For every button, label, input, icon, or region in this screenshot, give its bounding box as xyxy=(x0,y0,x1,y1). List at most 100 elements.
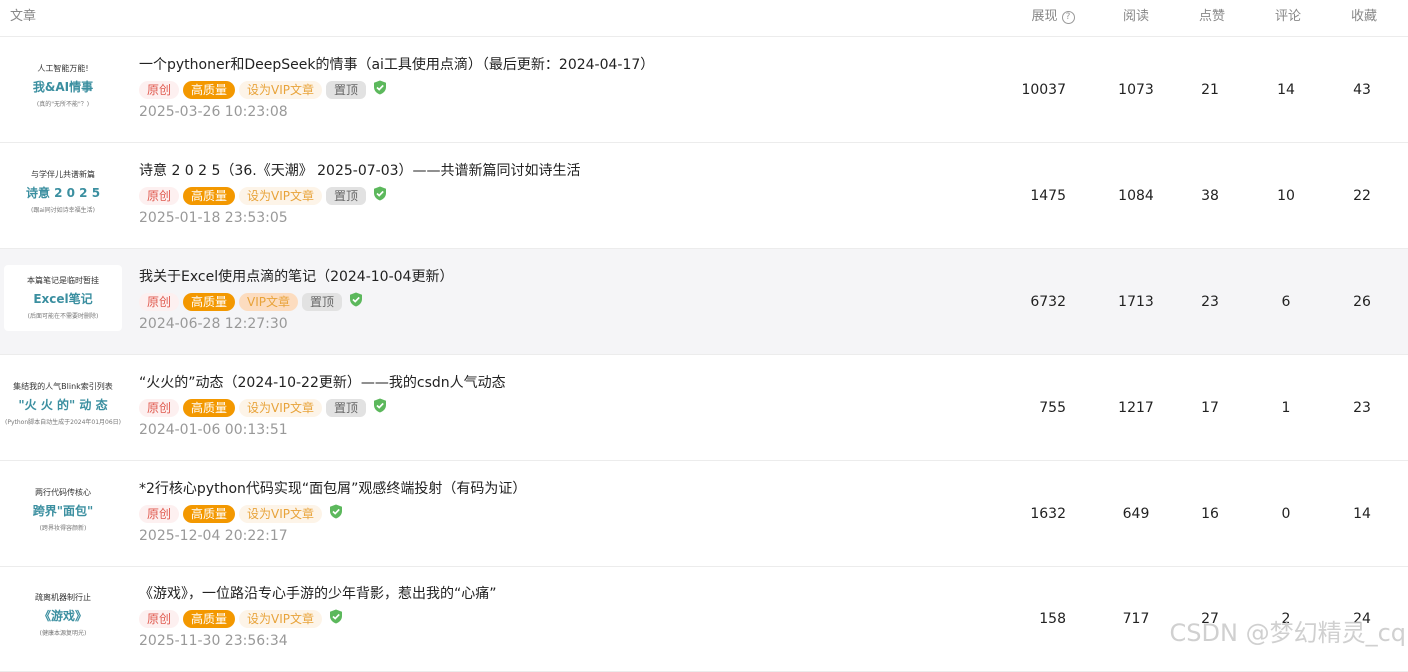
likes-count: 23 xyxy=(1201,294,1219,310)
tag-original: 原创 xyxy=(139,80,180,99)
views-count: 158 xyxy=(1039,611,1066,627)
article-tags: 原创 高质量 设为VIP文章 置顶 xyxy=(139,79,387,99)
article-tags: 原创 高质量 VIP文章 置顶 xyxy=(139,291,363,311)
header-views[interactable]: 展现? xyxy=(1013,5,1093,24)
views-count: 6732 xyxy=(1030,294,1066,310)
favorites-count: 23 xyxy=(1353,400,1371,416)
table-header: 文章 展现? 阅读 点赞 评论 收藏 xyxy=(0,0,1408,37)
publish-date: 2025-01-18 23:53:05 xyxy=(139,210,288,226)
article-thumbnail[interactable]: 与学伴儿共谱新篇 诗意 2 0 2 5 (跟ai同讨如诗幸福生活) xyxy=(4,159,122,225)
comments-count: 0 xyxy=(1281,506,1291,522)
article-row[interactable]: 人工智能万能! 我&AI情事 (真的"无所不能"？) 一个pythoner和DeepS… xyxy=(0,37,1408,143)
article-row[interactable]: 与学伴儿共谱新篇 诗意 2 0 2 5 (跟ai同讨如诗幸福生活) 诗意 2 0 2 … xyxy=(0,143,1408,249)
comments-count: 6 xyxy=(1281,294,1291,310)
tag-high-quality: 高质量 xyxy=(183,609,236,628)
set-vip-button[interactable]: 设为VIP文章 xyxy=(239,80,323,99)
article-row[interactable]: 本篇笔记是临时暂挂 Excel笔记 (后面可能在不需要时删除) 我关于Excel使用点… xyxy=(0,249,1408,355)
pin-top-button[interactable]: 置顶 xyxy=(326,186,367,205)
article-tags: 原创 高质量 设为VIP文章 置顶 xyxy=(139,185,387,205)
set-vip-button[interactable]: 设为VIP文章 xyxy=(239,398,323,417)
pin-top-button[interactable]: 置顶 xyxy=(302,292,343,311)
watermark: CSDN @梦幻精灵_cq xyxy=(1169,619,1406,647)
reads-count: 1217 xyxy=(1118,400,1154,416)
article-thumbnail[interactable]: 疏离机器制行止《游戏》 (健康本源复明光) xyxy=(4,582,122,648)
article-title-link[interactable]: “火火的”动态（2024-10-22更新）——我的csdn人气动态 xyxy=(139,372,506,392)
favorites-count: 22 xyxy=(1353,188,1371,204)
thumbnail-title: 跨界"面包" xyxy=(32,504,94,518)
thumbnail-title: Excel笔记 xyxy=(33,292,93,306)
thumbnail-title: 我&AI情事 xyxy=(32,80,94,94)
likes-count: 16 xyxy=(1201,506,1219,522)
pin-top-button[interactable]: 置顶 xyxy=(326,398,367,417)
header-article: 文章 xyxy=(10,9,37,24)
article-thumbnail[interactable]: 集结我的人气Blink索引列表 "火 火 的" 动 态 (Python脚本自动生成于… xyxy=(4,371,122,437)
thumbnail-title: 诗意 2 0 2 5 xyxy=(25,186,101,200)
likes-count: 21 xyxy=(1201,82,1219,98)
article-thumbnail[interactable]: 本篇笔记是临时暂挂 Excel笔记 (后面可能在不需要时删除) xyxy=(4,265,122,331)
tag-high-quality: 高质量 xyxy=(183,292,236,311)
article-row[interactable]: 集结我的人气Blink索引列表 "火 火 的" 动 态 (Python脚本自动生成于… xyxy=(0,355,1408,461)
thumbnail-subtitle: (后面可能在不需要时删除) xyxy=(27,313,99,320)
likes-count: 17 xyxy=(1201,400,1219,416)
header-views-label: 展现 xyxy=(1031,9,1058,24)
article-title-link[interactable]: 我关于Excel使用点滴的笔记（2024-10-04更新） xyxy=(139,266,453,286)
set-vip-button[interactable]: VIP文章 xyxy=(239,292,299,311)
article-title-link[interactable]: 诗意 2 0 2 5（36.《天潮》 2025-07-03）——共谱新篇同讨如诗… xyxy=(139,160,581,180)
reads-count: 1713 xyxy=(1118,294,1154,310)
thumbnail-title: 《游戏》 xyxy=(38,609,87,623)
thumbnail-subtitle: (真的"无所不能"？) xyxy=(36,101,90,108)
thumbnail-caption: 两行代码传核心 xyxy=(35,488,91,497)
pin-top-button[interactable]: 置顶 xyxy=(326,80,367,99)
article-title-link[interactable]: 《游戏》，一位路沿专心手游的少年背影，惹出我的“心痛” xyxy=(139,583,497,603)
verified-shield-icon xyxy=(373,80,387,99)
tag-high-quality: 高质量 xyxy=(183,504,236,523)
thumbnail-subtitle: (健康本源复明光) xyxy=(39,630,87,637)
verified-shield-icon xyxy=(373,186,387,205)
article-thumbnail[interactable]: 两行代码传核心跨界"面包" (跨界妆得容颜新) xyxy=(4,477,122,543)
article-tags: 原创 高质量 设为VIP文章 置顶 xyxy=(139,397,387,417)
favorites-count: 43 xyxy=(1353,82,1371,98)
publish-date: 2025-11-30 23:56:34 xyxy=(139,633,288,649)
favorites-count: 26 xyxy=(1353,294,1371,310)
thumbnail-title: "火 火 的" 动 态 xyxy=(18,398,108,412)
tag-original: 原创 xyxy=(139,186,180,205)
set-vip-button[interactable]: 设为VIP文章 xyxy=(239,504,323,523)
article-row[interactable]: 两行代码传核心跨界"面包" (跨界妆得容颜新) *2行核心python代码实现“面包… xyxy=(0,461,1408,567)
publish-date: 2024-06-28 12:27:30 xyxy=(139,316,288,332)
reads-count: 1073 xyxy=(1118,82,1154,98)
tag-original: 原创 xyxy=(139,504,180,523)
thumbnail-caption: 人工智能万能! xyxy=(37,64,89,73)
thumbnail-caption: 集结我的人气Blink索引列表 xyxy=(13,382,113,391)
thumbnail-caption: 疏离机器制行止 xyxy=(35,593,91,602)
comments-count: 1 xyxy=(1281,400,1291,416)
tag-original: 原创 xyxy=(139,609,180,628)
verified-shield-icon xyxy=(373,398,387,417)
publish-date: 2024-01-06 00:13:51 xyxy=(139,422,288,438)
publish-date: 2025-12-04 20:22:17 xyxy=(139,528,288,544)
article-title-link[interactable]: *2行核心python代码实现“面包屑”观感终端投射（有码为证） xyxy=(139,478,526,498)
thumbnail-subtitle: (跨界妆得容颜新) xyxy=(39,525,87,532)
comments-count: 14 xyxy=(1277,82,1295,98)
thumbnail-subtitle: (Python脚本自动生成于2024年01月06日) xyxy=(4,419,122,426)
set-vip-button[interactable]: 设为VIP文章 xyxy=(239,186,323,205)
header-favorites[interactable]: 收藏 xyxy=(1324,5,1404,24)
article-title-link[interactable]: 一个pythoner和DeepSeek的情事（ai工具使用点滴）（最后更新：20… xyxy=(139,54,654,74)
help-icon[interactable]: ? xyxy=(1061,11,1075,24)
header-likes[interactable]: 点赞 xyxy=(1172,5,1252,24)
header-comments[interactable]: 评论 xyxy=(1248,5,1328,24)
reads-count: 717 xyxy=(1122,611,1150,627)
tag-high-quality: 高质量 xyxy=(183,80,236,99)
publish-date: 2025-03-26 10:23:08 xyxy=(139,104,288,120)
thumbnail-caption: 与学伴儿共谱新篇 xyxy=(31,170,95,179)
article-thumbnail[interactable]: 人工智能万能! 我&AI情事 (真的"无所不能"？) xyxy=(4,53,122,119)
tag-high-quality: 高质量 xyxy=(183,398,236,417)
set-vip-button[interactable]: 设为VIP文章 xyxy=(239,609,323,628)
article-tags: 原创 高质量 设为VIP文章 xyxy=(139,608,343,628)
likes-count: 38 xyxy=(1201,188,1219,204)
reads-count: 1084 xyxy=(1118,188,1154,204)
header-reads[interactable]: 阅读 xyxy=(1096,5,1176,24)
verified-shield-icon xyxy=(349,292,363,311)
article-tags: 原创 高质量 设为VIP文章 xyxy=(139,503,343,523)
verified-shield-icon xyxy=(329,504,343,523)
tag-original: 原创 xyxy=(139,292,180,311)
